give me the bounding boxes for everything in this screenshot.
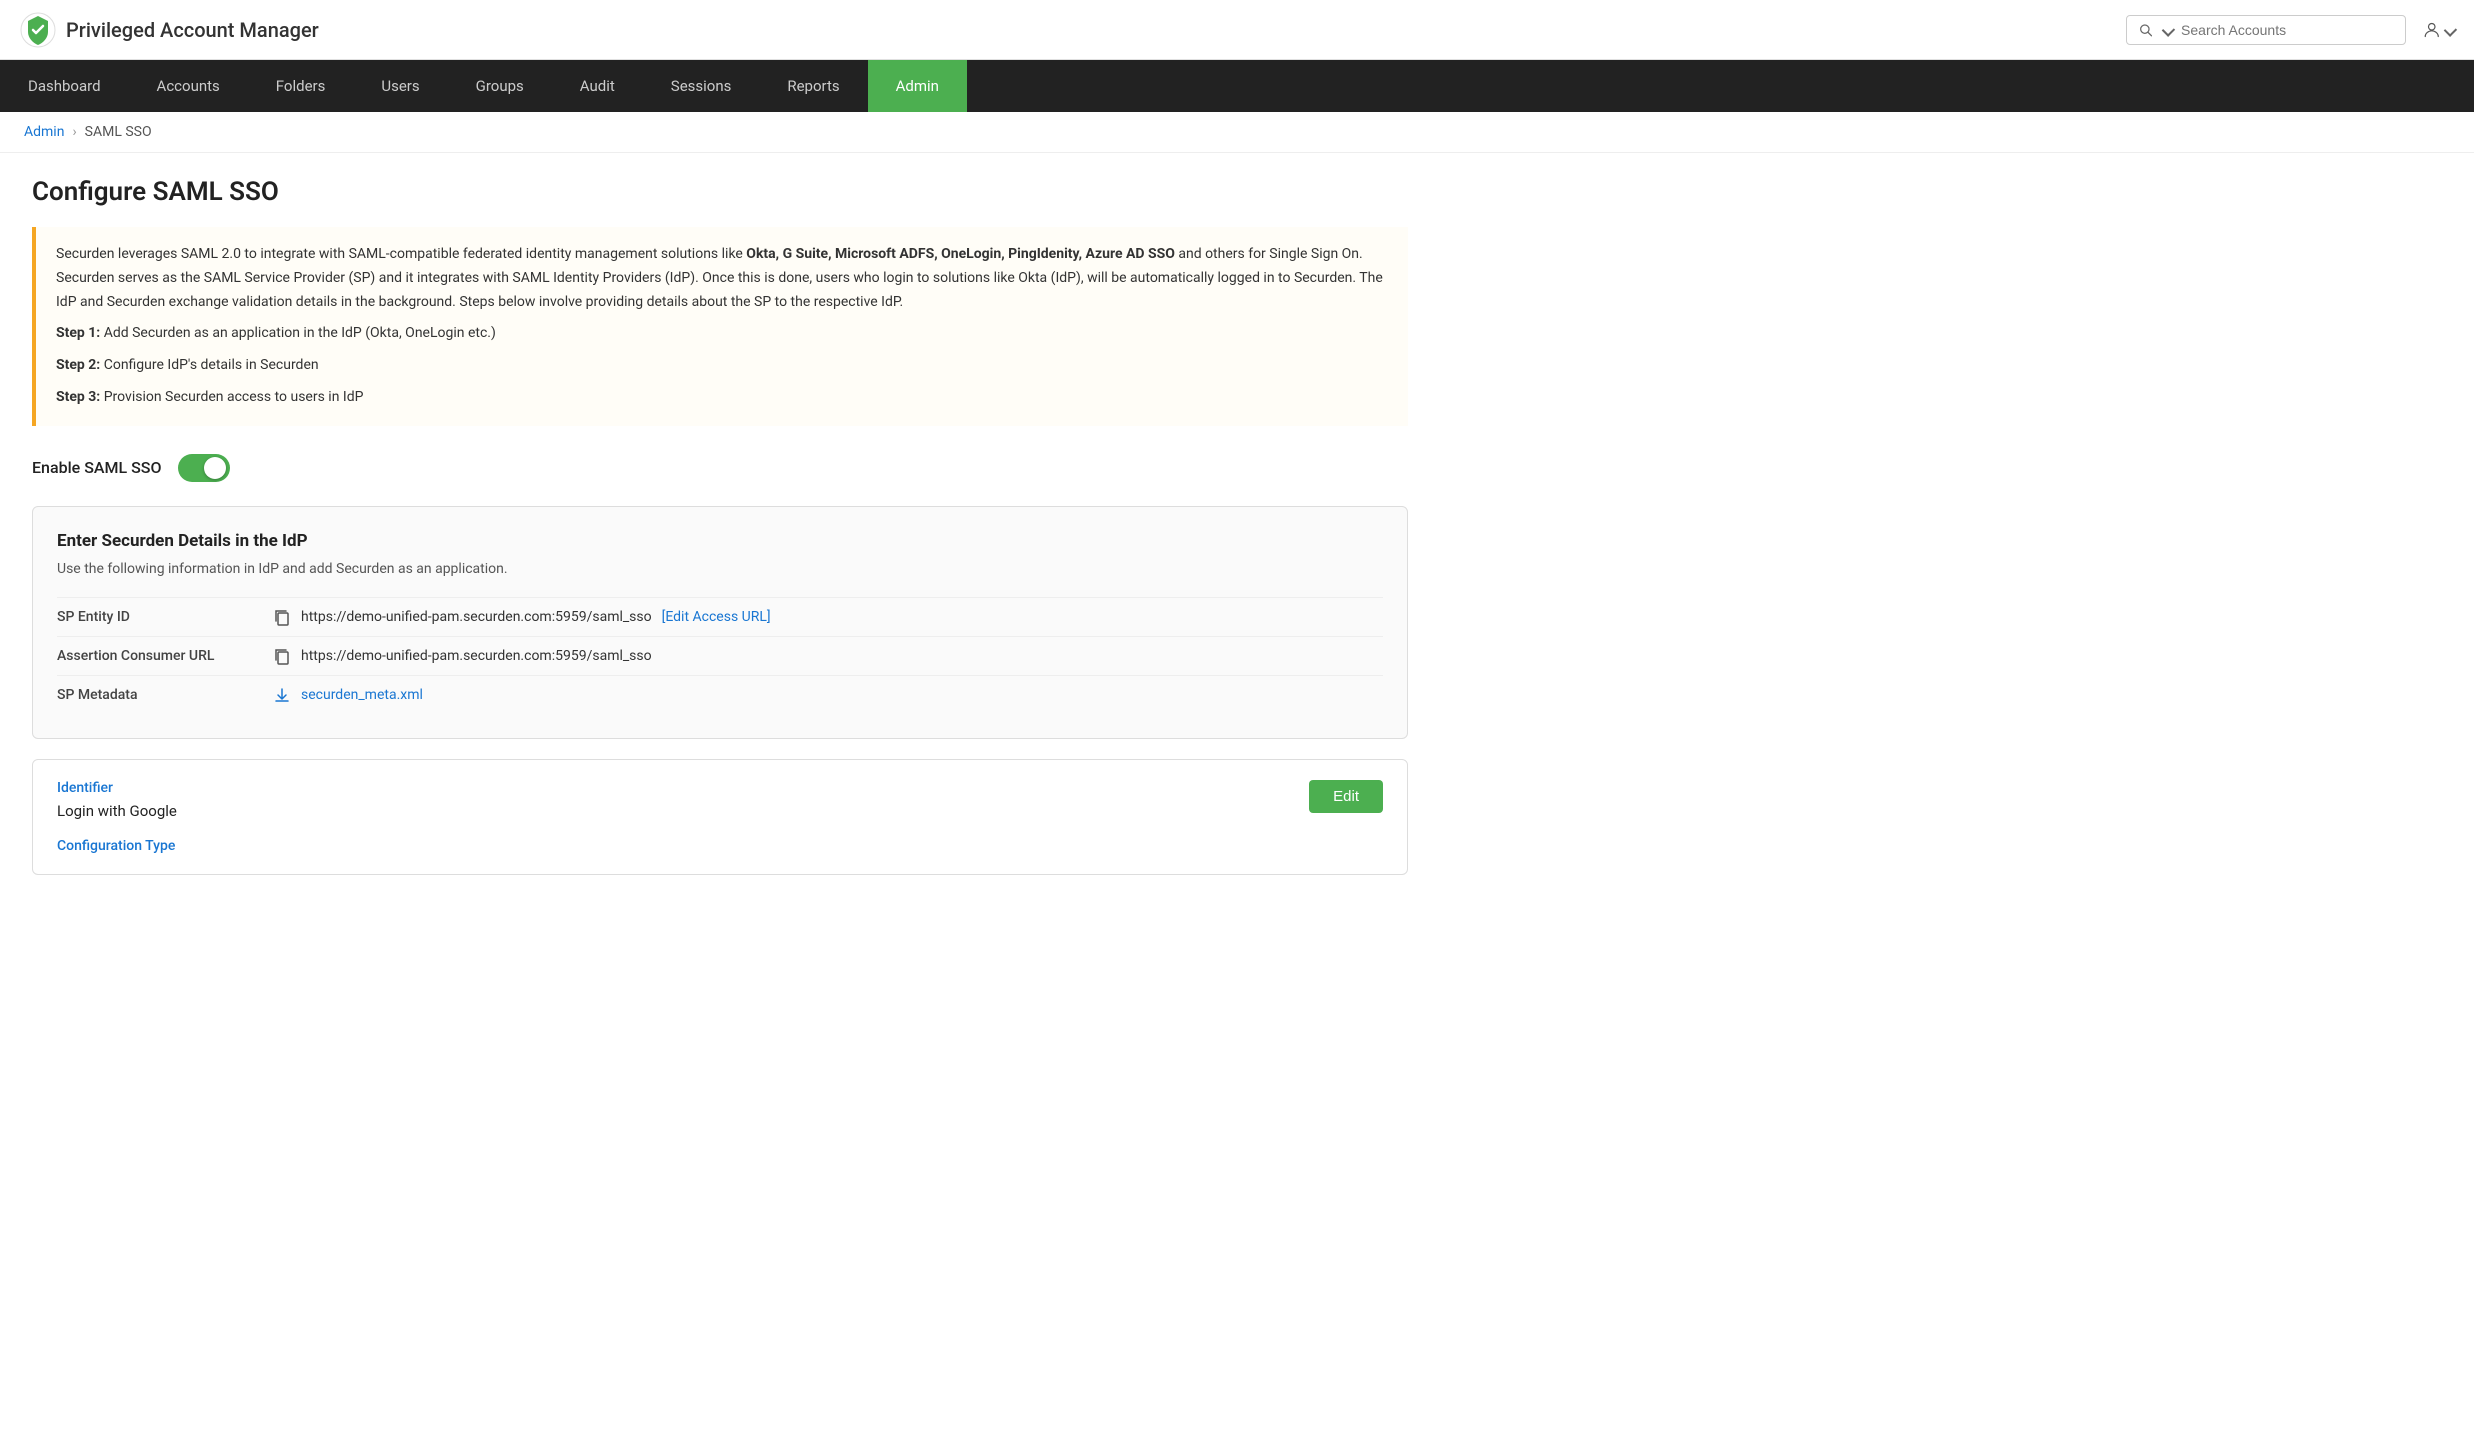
identifier-label: Identifier <box>57 780 1383 796</box>
page-title: Configure SAML SSO <box>32 177 1408 207</box>
logo-icon <box>20 12 56 48</box>
nav-item-accounts[interactable]: Accounts <box>129 60 248 112</box>
identifier-value: Login with Google <box>57 802 1383 820</box>
step1-label: Step 1: <box>56 325 100 341</box>
search-area[interactable] <box>2126 15 2406 45</box>
toggle-section: Enable SAML SSO <box>32 454 1408 482</box>
search-dropdown-icon[interactable] <box>2162 23 2175 36</box>
nav-item-sessions[interactable]: Sessions <box>643 60 760 112</box>
nav-item-reports[interactable]: Reports <box>759 60 867 112</box>
step3-text: Provision Securden access to users in Id… <box>100 389 363 405</box>
field-label-assertion: Assertion Consumer URL <box>57 648 257 664</box>
info-intro: Securden leverages SAML 2.0 to integrate… <box>56 246 746 262</box>
field-label-sp-metadata: SP Metadata <box>57 687 257 703</box>
header-right <box>2126 14 2454 46</box>
nav-item-audit[interactable]: Audit <box>552 60 643 112</box>
step3-label: Step 3: <box>56 389 100 405</box>
breadcrumb-separator: › <box>72 124 76 140</box>
config-type-label: Configuration Type <box>57 838 1383 854</box>
field-row-assertion-consumer: Assertion Consumer URL https://demo-unif… <box>57 636 1383 675</box>
user-dropdown-icon[interactable] <box>2443 23 2456 36</box>
nav-item-folders[interactable]: Folders <box>248 60 354 112</box>
download-icon-metadata[interactable] <box>273 686 291 704</box>
sp-details-title: Enter Securden Details in the IdP <box>57 531 1383 551</box>
edit-access-url-link[interactable]: [Edit Access URL] <box>662 609 771 625</box>
step1-text: Add Securden as an application in the Id… <box>100 325 496 341</box>
toggle-label: Enable SAML SSO <box>32 458 162 477</box>
copy-icon-assertion[interactable] <box>273 647 291 665</box>
saml-sso-toggle[interactable] <box>178 454 230 482</box>
step3-line: Step 3: Provision Securden access to use… <box>56 386 1388 410</box>
field-value-sp-metadata: securden_meta.xml <box>273 686 423 704</box>
app-title: Privileged Account Manager <box>66 18 319 42</box>
field-value-sp-entity: https://demo-unified-pam.securden.com:59… <box>273 608 771 626</box>
sp-details-card: Enter Securden Details in the IdP Use th… <box>32 506 1408 739</box>
nav-item-users[interactable]: Users <box>353 60 447 112</box>
step2-label: Step 2: <box>56 357 100 373</box>
copy-icon-sp-entity[interactable] <box>273 608 291 626</box>
field-value-assertion: https://demo-unified-pam.securden.com:59… <box>273 647 652 665</box>
sp-entity-id-value: https://demo-unified-pam.securden.com:59… <box>301 609 652 625</box>
nav-item-dashboard[interactable]: Dashboard <box>0 60 129 112</box>
toggle-thumb <box>204 457 226 479</box>
main-nav: Dashboard Accounts Folders Users Groups … <box>0 60 2474 112</box>
nav-item-admin[interactable]: Admin <box>868 60 967 112</box>
header: Privileged Account Manager <box>0 0 2474 60</box>
user-icon[interactable] <box>2422 14 2454 46</box>
identifier-card: Identifier Login with Google Configurati… <box>32 759 1408 875</box>
step2-text: Configure IdP's details in Securden <box>100 357 318 373</box>
breadcrumb-current: SAML SSO <box>85 124 152 140</box>
search-input[interactable] <box>2181 22 2393 38</box>
logo-area: Privileged Account Manager <box>20 12 319 48</box>
search-icon <box>2139 22 2152 38</box>
nav-item-groups[interactable]: Groups <box>448 60 552 112</box>
breadcrumb-parent-link[interactable]: Admin <box>24 124 64 140</box>
sp-details-subtitle: Use the following information in IdP and… <box>57 561 1383 577</box>
step1-line: Step 1: Add Securden as an application i… <box>56 322 1388 346</box>
field-row-sp-entity-id: SP Entity ID https://demo-unified-pam.se… <box>57 597 1383 636</box>
toggle-track <box>178 454 230 482</box>
assertion-consumer-url-value: https://demo-unified-pam.securden.com:59… <box>301 648 652 664</box>
sp-metadata-link[interactable]: securden_meta.xml <box>301 687 423 703</box>
edit-button[interactable]: Edit <box>1309 780 1383 813</box>
info-box: Securden leverages SAML 2.0 to integrate… <box>32 227 1408 426</box>
field-row-sp-metadata: SP Metadata securden_meta.xml <box>57 675 1383 714</box>
info-providers: Okta, G Suite, Microsoft ADFS, OneLogin,… <box>746 246 1175 262</box>
main-content: Configure SAML SSO Securden leverages SA… <box>0 153 1440 919</box>
step2-line: Step 2: Configure IdP's details in Secur… <box>56 354 1388 378</box>
breadcrumb: Admin › SAML SSO <box>0 112 2474 153</box>
field-label-sp-entity: SP Entity ID <box>57 609 257 625</box>
